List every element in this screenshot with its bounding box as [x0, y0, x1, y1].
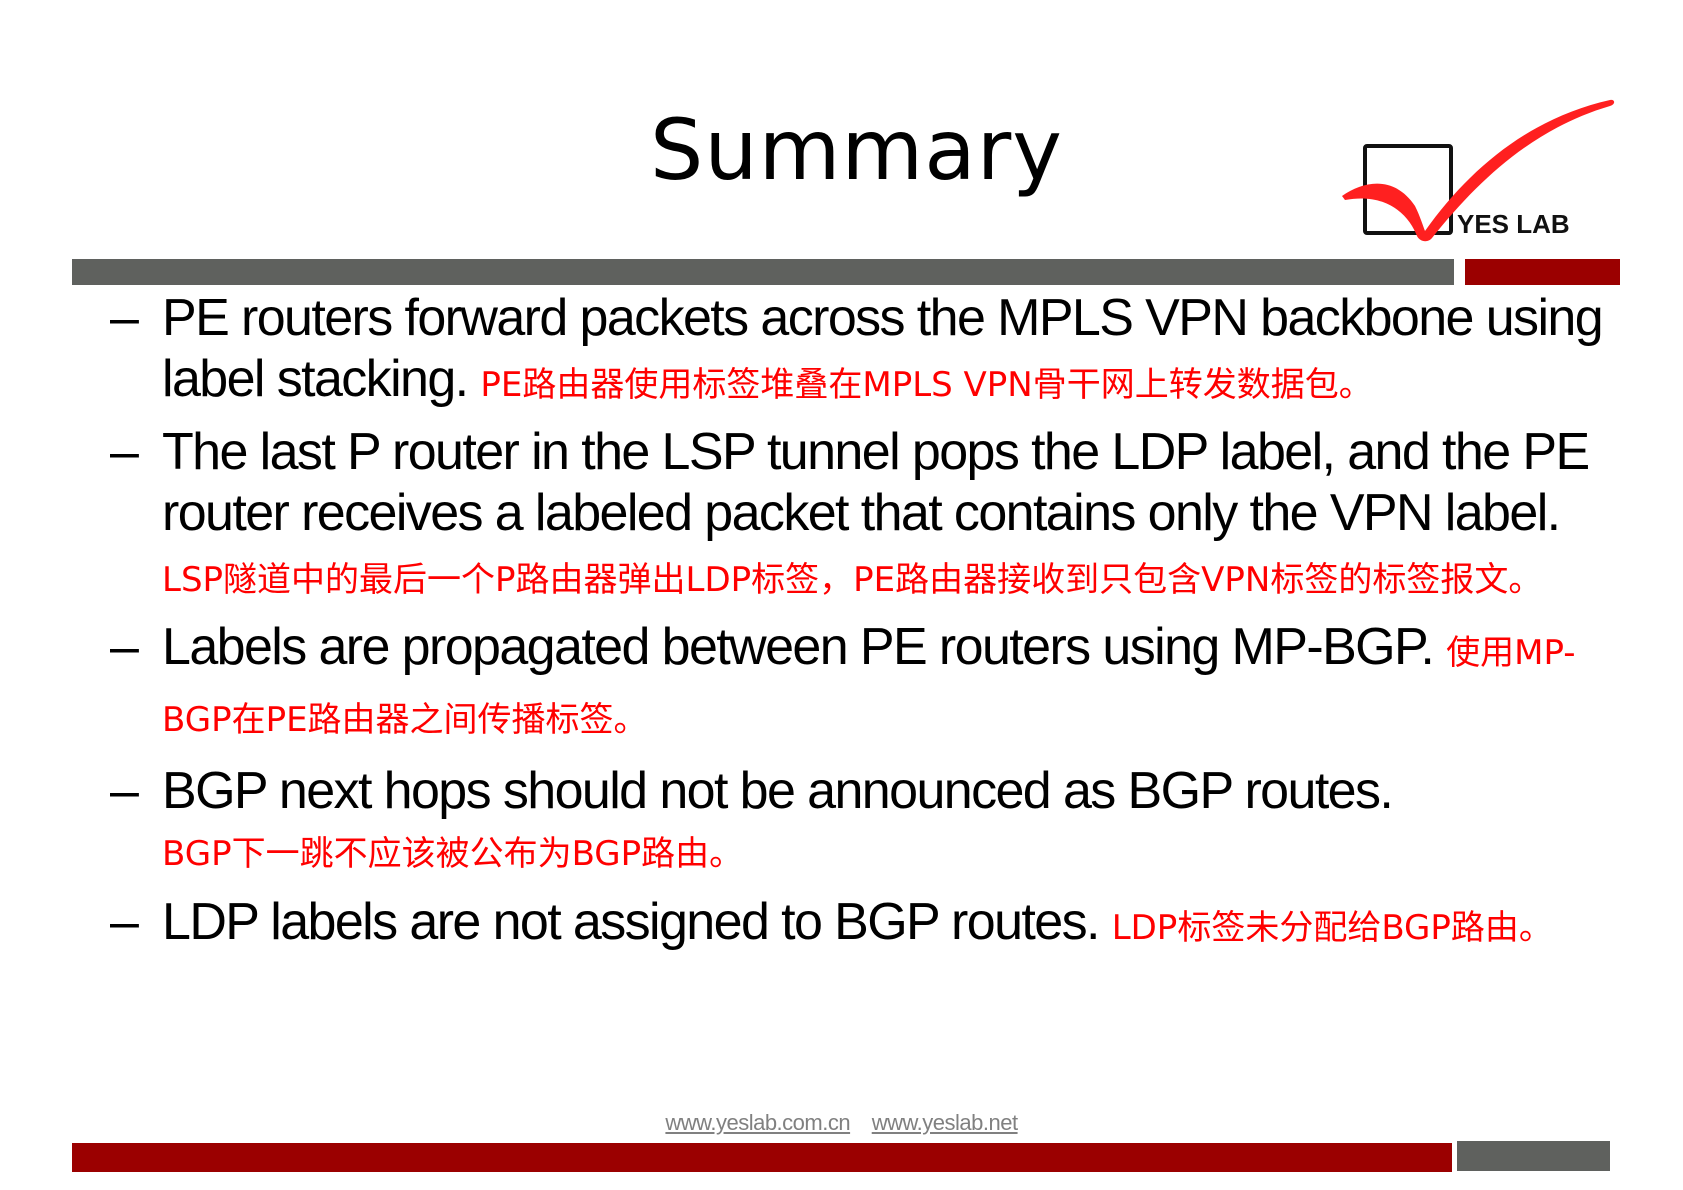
bullet-text: The last P router in the LSP tunnel pops… [162, 423, 1590, 542]
logo-text: YES LAB [1457, 209, 1570, 239]
bullet-dash: – [110, 618, 139, 676]
footer-link-com-cn[interactable]: www.yeslab.com.cn [665, 1110, 850, 1135]
bullet-translation: BGP下一跳不应该被公布为BGP路由。 [162, 834, 744, 874]
header-bar-gray [72, 259, 1454, 285]
footer-bar-red [72, 1143, 1452, 1172]
footer-bar-gray [1457, 1141, 1610, 1171]
bullet-item: – BGP next hops should not be announced … [110, 761, 1610, 886]
bullet-translation: LDP标签未分配给BGP路由。 [1111, 908, 1553, 948]
bullet-dash: – [110, 893, 139, 951]
header-bar-red [1465, 259, 1620, 285]
bullet-text: Labels are propagated between PE routers… [162, 618, 1435, 676]
bullet-text: BGP next hops should not be announced as… [162, 762, 1394, 820]
bullet-list: – PE routers forward packets across the … [110, 288, 1610, 959]
bullet-dash: – [110, 289, 139, 347]
bullet-item: – LDP labels are not assigned to BGP rou… [110, 892, 1610, 959]
footer-links: www.yeslab.com.cn www.yeslab.net [0, 1110, 1683, 1136]
bullet-translation: PE路由器使用标签堆叠在MPLS VPN骨干网上转发数据包。 [480, 365, 1373, 405]
bullet-dash: – [110, 762, 139, 820]
bullet-item: – The last P router in the LSP tunnel po… [110, 422, 1610, 611]
bullet-item: – PE routers forward packets across the … [110, 288, 1610, 416]
bullet-item: – Labels are propagated between PE route… [110, 617, 1610, 751]
footer-link-net[interactable]: www.yeslab.net [872, 1110, 1018, 1135]
yeslab-logo: YES LAB [1342, 99, 1615, 242]
bullet-dash: – [110, 423, 139, 481]
bullet-text: LDP labels are not assigned to BGP route… [162, 893, 1100, 951]
bullet-translation: LSP隧道中的最后一个P路由器弹出LDP标签，PE路由器接收到只包含VPN标签的… [162, 560, 1543, 600]
